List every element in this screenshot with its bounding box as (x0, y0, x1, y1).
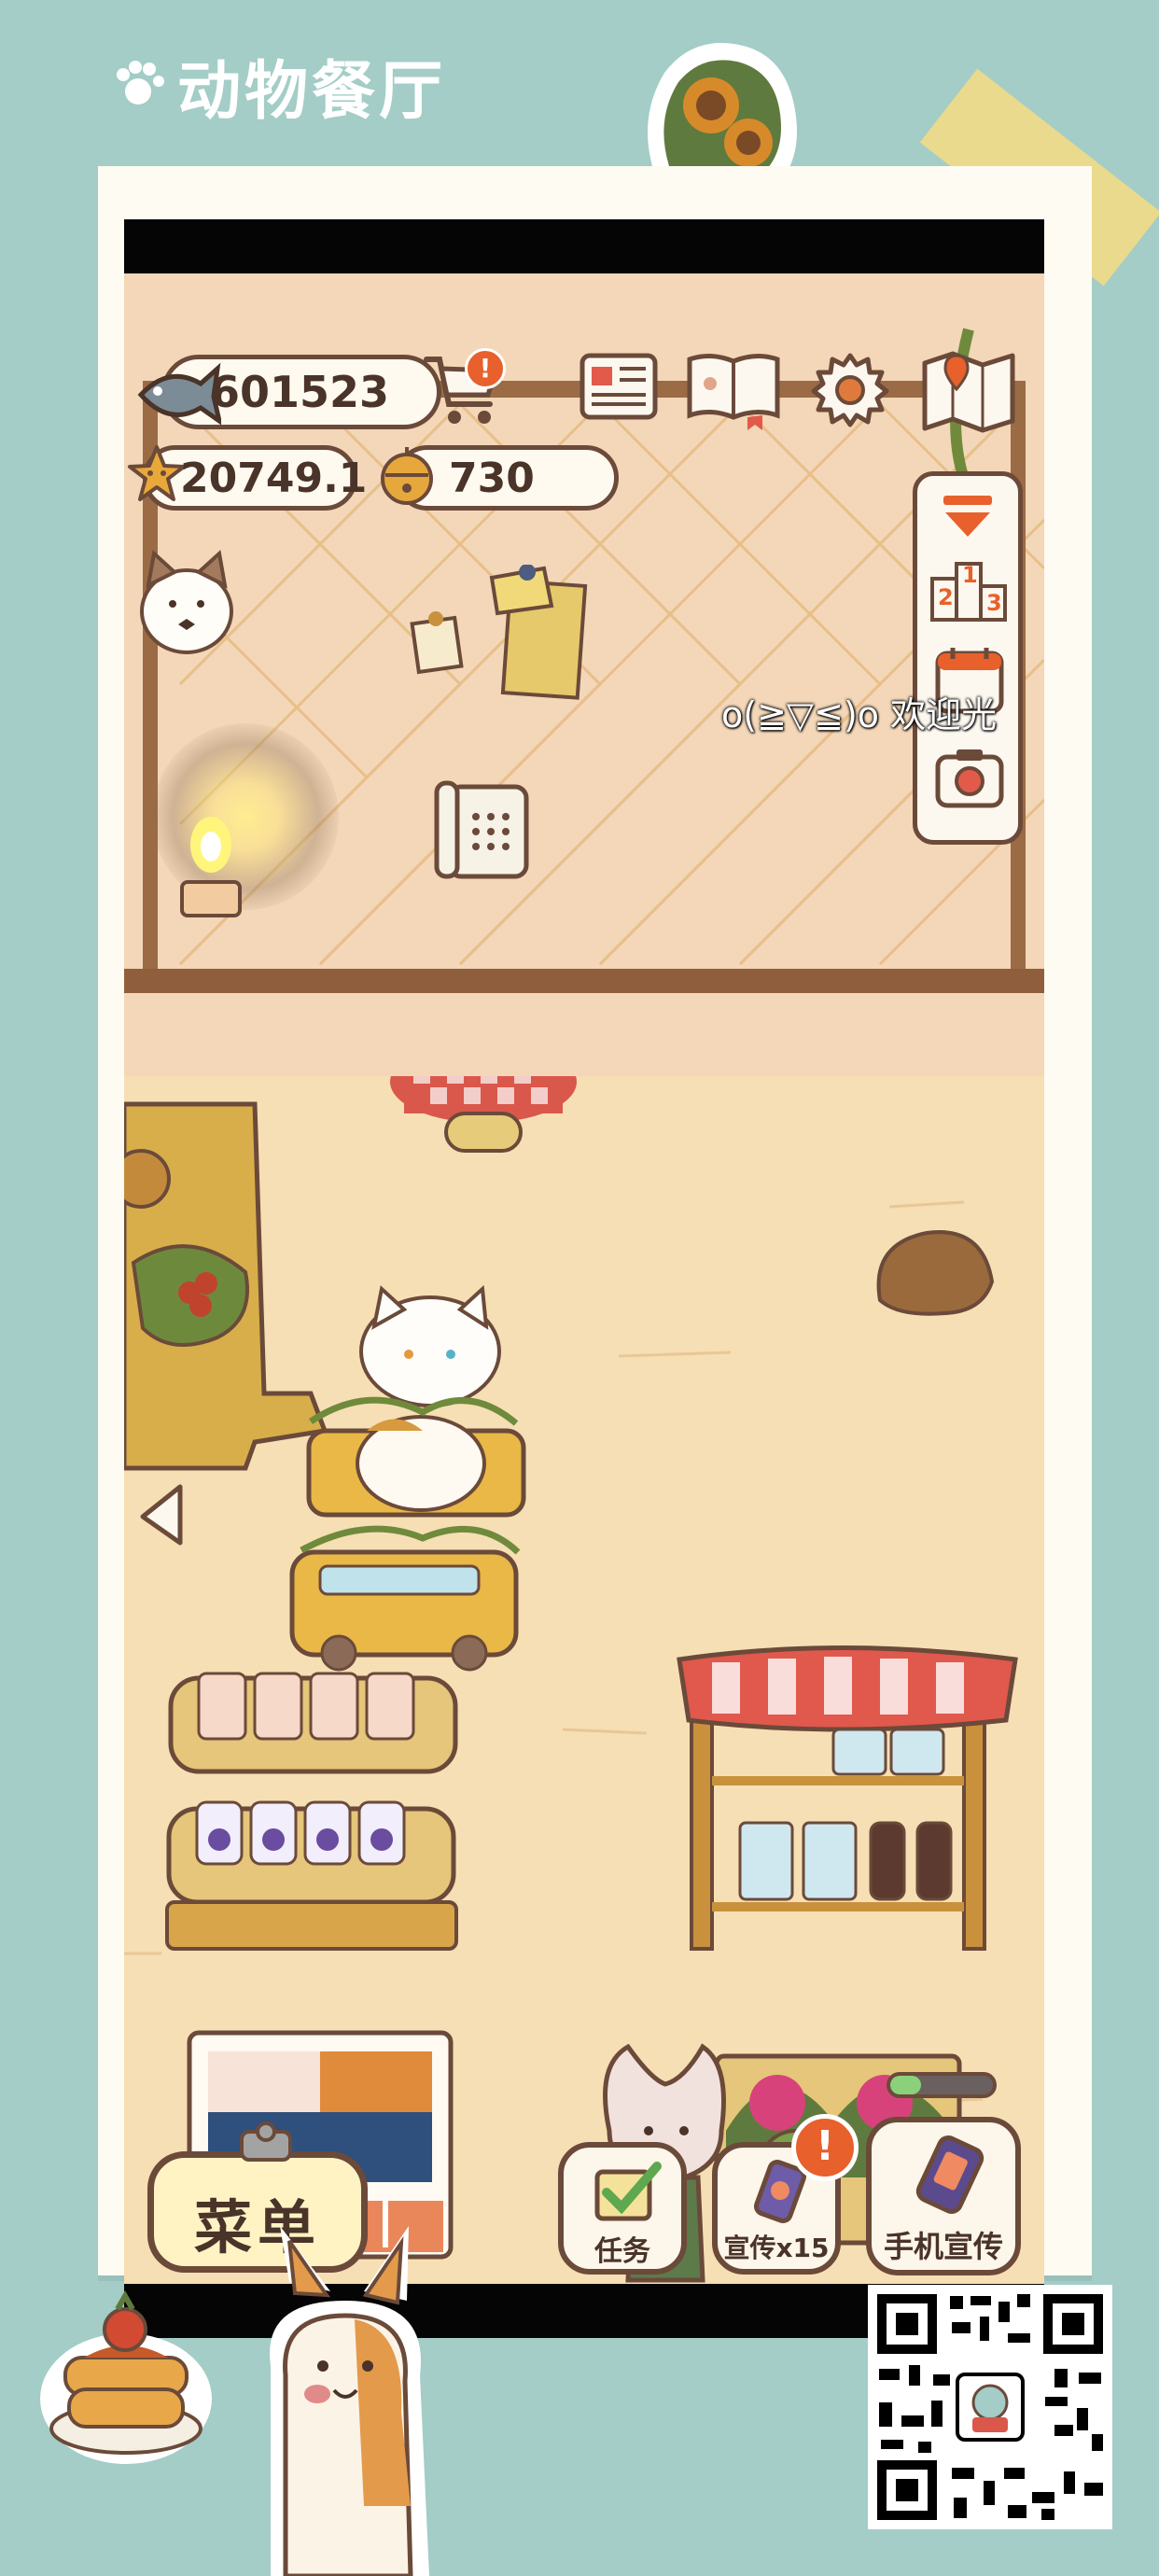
telephone-icon[interactable] (427, 779, 539, 882)
phone-icon (915, 2135, 984, 2214)
map-icon[interactable] (917, 348, 1020, 434)
promote-label: 宣传x15 (723, 2233, 830, 2263)
fish-amount: 601523 (210, 367, 390, 417)
promo-progress-bar (887, 2072, 997, 2098)
podium-rank-1: 1 (962, 562, 978, 588)
newspaper-icon[interactable] (577, 350, 661, 425)
promote-alert-badge: ! (791, 2114, 859, 2181)
collapse-arrow-icon[interactable] (938, 490, 998, 542)
pancake-sticker (40, 2289, 212, 2464)
ranking-podium-button[interactable]: 1 2 3 (929, 551, 1009, 625)
qr-code[interactable] (868, 2285, 1112, 2529)
app-title: 动物餐厅 (177, 55, 447, 129)
star-amount: 20749.1 (180, 455, 368, 502)
podium-rank-3: 3 (986, 590, 1002, 616)
podium-rank-2: 2 (938, 584, 954, 610)
corgi-sticker (270, 2226, 429, 2576)
task-label: 任务 (594, 2235, 650, 2268)
bell-icon (381, 447, 433, 505)
qr-pattern (868, 2285, 1112, 2529)
gear-icon[interactable] (810, 350, 890, 430)
camera-icon[interactable] (932, 742, 1007, 813)
candle-icon (180, 817, 242, 917)
promo-progress-fill (890, 2076, 921, 2094)
paw-icon (117, 61, 164, 105)
star-icon (128, 445, 186, 501)
fish-icon (137, 362, 221, 426)
cart-alert-badge: ! (465, 348, 506, 389)
checklist-icon (594, 2162, 662, 2221)
clipboard-clip-icon (240, 2121, 292, 2162)
welcome-marquee: o(≧▽≦)o 欢迎光 (721, 694, 998, 735)
task-button[interactable]: 任务 (558, 2142, 687, 2275)
wall-notes (410, 565, 588, 700)
bell-amount: 730 (449, 455, 535, 502)
recipe-book-icon[interactable] (682, 348, 785, 432)
game-screen: 601523 ! 20749.1 730 1 2 3 o(≧▽≦)o 欢迎光 (124, 219, 1044, 2338)
cat-avatar-icon[interactable] (135, 546, 238, 658)
top-letterbox (124, 219, 1044, 273)
phone-promote-button[interactable]: 手机宣传 (866, 2117, 1021, 2275)
phone-promote-label: 手机宣传 (883, 2229, 1003, 2264)
